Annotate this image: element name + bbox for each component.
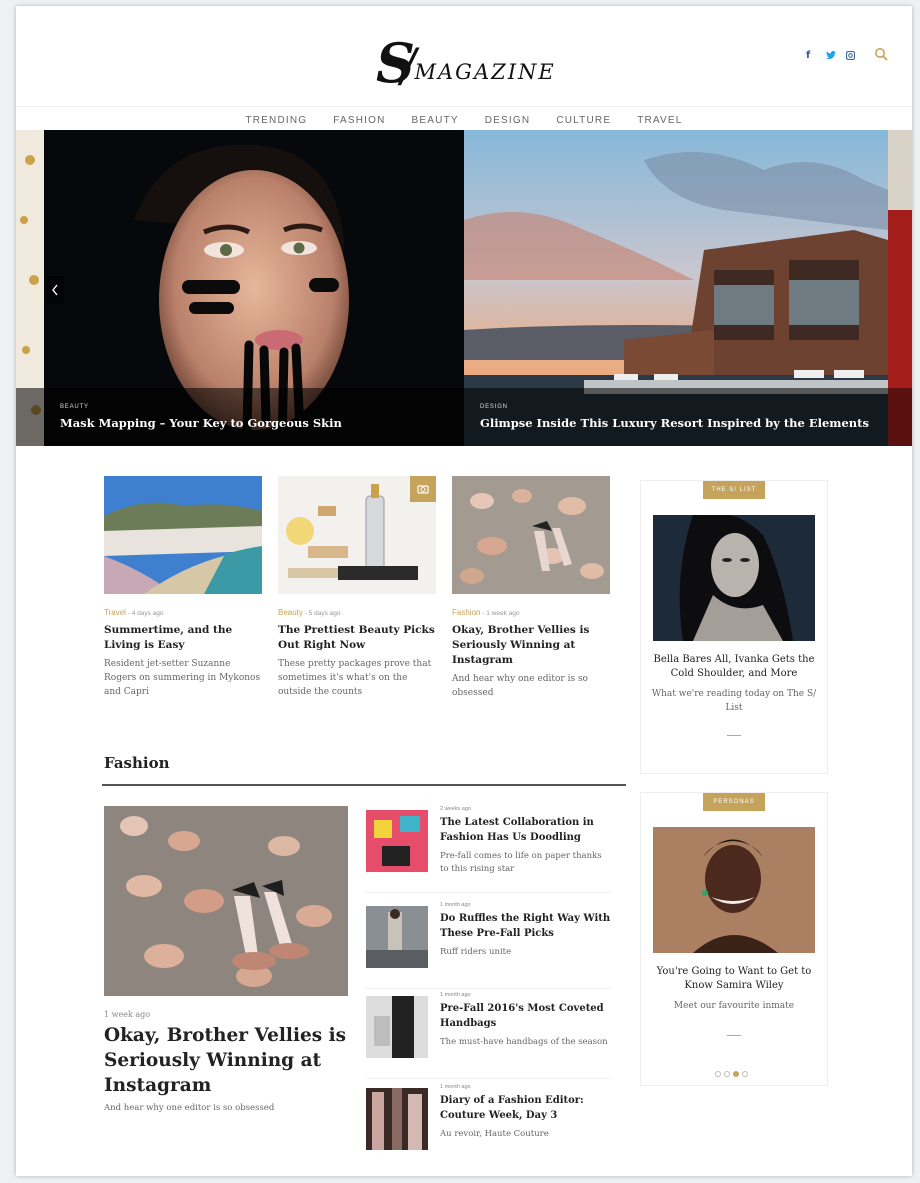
hero-slide[interactable]: BEAUTY Mask Mapping – Your Key to Gorgeo… (44, 130, 464, 446)
list-excerpt: Ruff riders unite (440, 947, 512, 957)
camera-icon (417, 485, 429, 494)
carousel-dots (715, 1071, 748, 1077)
list-title[interactable]: Do Ruffles the Right Way With These Pre-… (440, 911, 614, 941)
featured-date: 1 week ago (104, 1010, 151, 1019)
carousel-dot-active[interactable] (733, 1071, 739, 1077)
gallery-badge[interactable] (410, 476, 436, 502)
site-logo[interactable]: S / MAGAZINE (376, 30, 556, 92)
list-excerpt: Pre-fall comes to life on paper thanks t… (440, 851, 602, 874)
section-title-fashion[interactable]: Fashion (104, 754, 170, 772)
social-links: f (806, 50, 856, 61)
divider (727, 735, 741, 736)
article-excerpt: And hear why one editor is so obsessed (452, 674, 588, 698)
sidebar-image[interactable] (653, 827, 815, 953)
list-thumb[interactable] (366, 996, 428, 1058)
hero-title[interactable]: Mask Mapping – Your Key to Gorgeous Skin (60, 416, 342, 430)
sidebar-excerpt: Meet our favourite inmate (673, 1001, 795, 1011)
instagram-icon[interactable] (845, 50, 856, 61)
carousel-dot[interactable] (715, 1071, 721, 1077)
twitter-icon[interactable] (826, 51, 836, 61)
carousel-dot[interactable] (742, 1071, 748, 1077)
list-date: 1 month ago (440, 992, 471, 998)
hero-slide[interactable]: DESIGN Glimpse Inside This Luxury Resort… (464, 130, 888, 446)
article-card[interactable]: Fashion - 1 week ago Okay, Brother Velli… (452, 476, 610, 700)
article-card-image[interactable] (104, 476, 262, 594)
sidebar-title[interactable]: You're Going to Want to Get to Know Sami… (649, 965, 819, 993)
article-excerpt: These pretty packages prove that sometim… (278, 659, 432, 697)
article-date: - 5 days ago (302, 610, 341, 617)
article-meta: Beauty - 5 days ago (278, 608, 436, 617)
list-item[interactable]: 1 month ago Diary of a Fashion Editor: C… (366, 1084, 610, 1170)
list-date: 2 weeks ago (440, 806, 471, 812)
sidebar-widget: PERSONAS You're Going to Want to Get to … (640, 792, 828, 1086)
article-card-image[interactable] (278, 476, 436, 594)
sidebar-tag[interactable]: PERSONAS (703, 793, 765, 811)
article-excerpt: Resident jet-setter Suzanne Rogers on su… (104, 659, 261, 697)
featured-image[interactable] (104, 806, 348, 996)
article-meta: Fashion - 1 week ago (452, 608, 610, 617)
hero-slider[interactable]: BEAUTY Mask Mapping – Your Key to Gorgeo… (16, 130, 912, 446)
article-category[interactable]: Fashion (452, 608, 480, 617)
sidebar-tag[interactable]: THE S/ LIST (703, 481, 765, 499)
slider-prev-button[interactable] (46, 276, 64, 304)
hero-slide-peek-right[interactable] (888, 130, 912, 446)
article-card[interactable]: Travel - 4 days ago Summertime, and the … (104, 476, 262, 699)
hero-caption[interactable]: DESIGN Glimpse Inside This Luxury Resort… (464, 388, 888, 446)
list-date: 1 month ago (440, 1084, 471, 1090)
sidebar-image[interactable] (653, 515, 815, 641)
article-card-image[interactable] (452, 476, 610, 594)
list-item[interactable]: 2 weeks ago The Latest Collaboration in … (366, 806, 610, 893)
list-thumb[interactable] (366, 906, 428, 968)
list-excerpt: The must-have handbags of the season (440, 1037, 608, 1047)
section-divider (102, 784, 626, 786)
list-title[interactable]: The Latest Collaboration in Fashion Has … (440, 815, 614, 845)
hero-category[interactable]: DESIGN (480, 404, 508, 410)
article-meta: Travel - 4 days ago (104, 608, 262, 617)
list-date: 1 month ago (440, 902, 471, 908)
hero-slide-peek-left[interactable] (16, 130, 44, 446)
sidebar-title[interactable]: Bella Bares All, Ivanka Gets the Cold Sh… (649, 653, 819, 681)
site-header: S / MAGAZINE f (16, 6, 912, 107)
article-title[interactable]: Okay, Brother Vellies is Seriously Winni… (452, 623, 610, 668)
list-title[interactable]: Diary of a Fashion Editor: Couture Week,… (440, 1093, 614, 1123)
hero-caption[interactable]: BEAUTY Mask Mapping – Your Key to Gorgeo… (44, 388, 464, 446)
sidebar-widget: THE S/ LIST Bella Bares All, Ivanka Gets… (640, 480, 828, 774)
article-title[interactable]: Summertime, and the Living is Easy (104, 623, 262, 653)
sidebar-excerpt: What we're reading today on The S/ List (651, 689, 817, 713)
article-card[interactable]: Beauty - 5 days ago The Prettiest Beauty… (278, 476, 436, 699)
list-excerpt: Au revoir, Haute Couture (440, 1129, 549, 1139)
list-item[interactable]: 1 month ago Pre-Fall 2016's Most Coveted… (366, 992, 610, 1079)
article-title[interactable]: The Prettiest Beauty Picks Out Right Now (278, 623, 436, 653)
logo-word: MAGAZINE (414, 60, 556, 84)
divider (727, 1035, 741, 1036)
facebook-icon[interactable]: f (806, 51, 814, 61)
article-category[interactable]: Travel (104, 608, 126, 617)
list-item[interactable]: 1 month ago Do Ruffles the Right Way Wit… (366, 902, 610, 989)
article-category[interactable]: Beauty (278, 608, 303, 617)
list-title[interactable]: Pre-Fall 2016's Most Coveted Handbags (440, 1001, 614, 1031)
featured-excerpt: And hear why one editor is so obsessed (104, 1103, 275, 1113)
chevron-left-icon (52, 284, 58, 296)
search-icon[interactable] (874, 46, 890, 62)
article-date: - 1 week ago (480, 610, 520, 617)
hero-category[interactable]: BEAUTY (60, 404, 89, 410)
list-thumb[interactable] (366, 810, 428, 872)
article-date: - 4 days ago (125, 610, 164, 617)
featured-title[interactable]: Okay, Brother Vellies is Seriously Winni… (104, 1023, 354, 1098)
hero-title[interactable]: Glimpse Inside This Luxury Resort Inspir… (480, 416, 869, 430)
carousel-dot[interactable] (724, 1071, 730, 1077)
page: S / MAGAZINE f TRENDING FASHION BEAUTY D… (16, 6, 912, 1176)
list-thumb[interactable] (366, 1088, 428, 1150)
